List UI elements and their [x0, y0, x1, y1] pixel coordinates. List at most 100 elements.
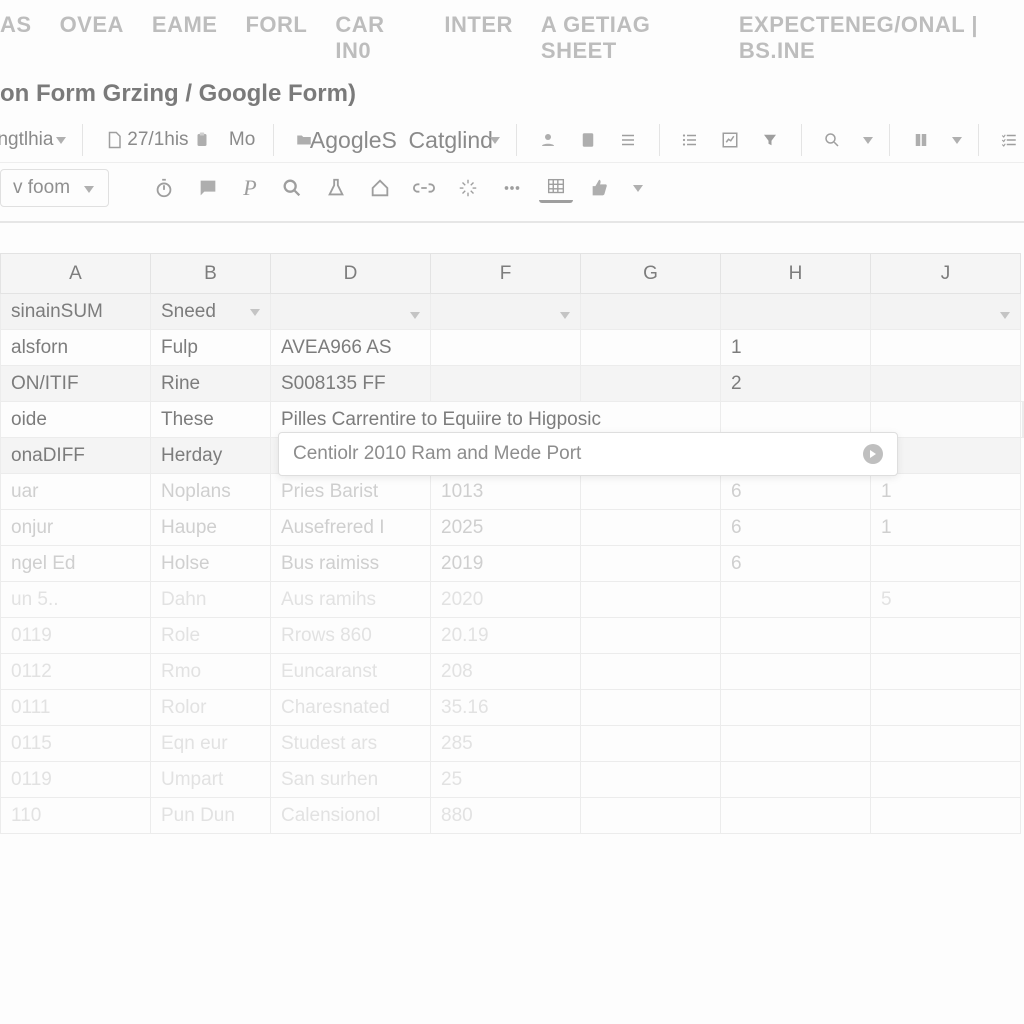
cell[interactable]: Umpart	[151, 762, 271, 798]
cell[interactable]: oide	[1, 402, 151, 438]
cell[interactable]	[431, 366, 581, 402]
cell[interactable]: 6	[721, 474, 871, 510]
cell[interactable]: Rmo	[151, 654, 271, 690]
cell[interactable]	[871, 618, 1021, 654]
cell[interactable]: Rine	[151, 366, 271, 402]
cell[interactable]: Euncaranst	[271, 654, 431, 690]
catglind-label[interactable]: Catglind	[427, 125, 474, 155]
cell[interactable]	[721, 690, 871, 726]
cell[interactable]	[721, 762, 871, 798]
cell[interactable]	[581, 510, 721, 546]
cell[interactable]: 285	[431, 726, 581, 762]
chevron-down-icon[interactable]	[946, 131, 962, 149]
list-icon[interactable]	[675, 125, 705, 155]
cell[interactable]	[721, 294, 871, 330]
cell[interactable]: Rolor	[151, 690, 271, 726]
filter-arrow-icon[interactable]	[250, 309, 260, 316]
cell[interactable]: uar	[1, 474, 151, 510]
cell[interactable]: Aus ramihs	[271, 582, 431, 618]
col-header-G[interactable]: G	[581, 254, 721, 294]
cell[interactable]	[721, 726, 871, 762]
cell[interactable]	[581, 294, 721, 330]
document-title[interactable]: on Form Grzing / Google Form)	[0, 74, 1024, 118]
stopwatch-icon[interactable]	[147, 173, 181, 203]
cell[interactable]	[721, 798, 871, 834]
chart-icon[interactable]	[715, 125, 745, 155]
person-icon[interactable]	[533, 125, 563, 155]
menu-inter[interactable]: INTER	[444, 12, 513, 64]
col-header-A[interactable]: A	[1, 254, 151, 294]
cell[interactable]: AVEA966 AS	[271, 330, 431, 366]
cell[interactable]	[721, 582, 871, 618]
cell[interactable]	[721, 618, 871, 654]
cell[interactable]: 6	[1022, 402, 1024, 438]
cell[interactable]: Fulp	[151, 330, 271, 366]
cell[interactable]	[581, 330, 721, 366]
cell[interactable]: 25	[431, 762, 581, 798]
menu-expect[interactable]: EXPECTENEG/ONAL | BS.INE	[739, 12, 1024, 64]
chevron-down-icon[interactable]	[857, 131, 873, 149]
anglia-label[interactable]: engtlhia	[0, 125, 40, 155]
cell[interactable]: alsforn	[1, 330, 151, 366]
cell[interactable]: 20.19	[431, 618, 581, 654]
cell[interactable]: un 5..	[1, 582, 151, 618]
cell[interactable]: Noplans	[151, 474, 271, 510]
cell[interactable]: Dahn	[151, 582, 271, 618]
col-header-D[interactable]: D	[271, 254, 431, 294]
cell[interactable]	[871, 654, 1021, 690]
col-header-J[interactable]: J	[871, 254, 1021, 294]
cell[interactable]: Bus raimiss	[271, 546, 431, 582]
clipboard-icon[interactable]	[187, 125, 217, 155]
menu-ovea[interactable]: OVEA	[60, 12, 124, 64]
cell[interactable]: 208	[431, 654, 581, 690]
cell[interactable]: 1	[871, 474, 1021, 510]
cell[interactable]	[871, 726, 1021, 762]
cell[interactable]	[581, 618, 721, 654]
cell[interactable]: Pries Barist	[271, 474, 431, 510]
dots-icon[interactable]	[495, 173, 529, 203]
cell[interactable]: 1	[871, 510, 1021, 546]
cell[interactable]	[581, 474, 721, 510]
cell[interactable]: These	[151, 402, 271, 438]
cell[interactable]: 6	[721, 510, 871, 546]
cell[interactable]	[431, 330, 581, 366]
cell[interactable]: 35.16	[431, 690, 581, 726]
filter-icon[interactable]	[755, 125, 785, 155]
cell[interactable]: 0115	[1, 726, 151, 762]
cell[interactable]: Herday	[151, 438, 271, 474]
thumbs-up-icon[interactable]	[583, 173, 617, 203]
cell[interactable]: 880	[431, 798, 581, 834]
cell[interactable]: Rrows 860	[271, 618, 431, 654]
agogles-label[interactable]: AgogleS	[329, 125, 377, 155]
cell[interactable]: 0111	[1, 690, 151, 726]
cell[interactable]	[871, 330, 1021, 366]
cell[interactable]: 2	[721, 366, 871, 402]
cell[interactable]	[581, 582, 721, 618]
cell[interactable]: Pun Dun	[151, 798, 271, 834]
menu-forl[interactable]: FORL	[245, 12, 307, 64]
cell[interactable]: S008135 FF	[271, 366, 431, 402]
cell[interactable]: 5	[871, 582, 1021, 618]
cell[interactable]: 0119	[1, 618, 151, 654]
book-icon[interactable]	[906, 125, 936, 155]
spark-icon[interactable]	[451, 173, 485, 203]
zoom-icon[interactable]	[275, 173, 309, 203]
grid-icon[interactable]	[539, 173, 573, 203]
italic-p-icon[interactable]: P	[235, 173, 265, 203]
cell[interactable]: Eqn eur	[151, 726, 271, 762]
col-header-H[interactable]: H	[721, 254, 871, 294]
cell[interactable]: onjur	[1, 510, 151, 546]
clipboard2-icon[interactable]	[573, 125, 603, 155]
cell[interactable]: 2019	[431, 546, 581, 582]
cell[interactable]: Ausefrered I	[271, 510, 431, 546]
go-arrow-icon[interactable]	[863, 444, 883, 464]
page-icon[interactable]	[99, 125, 129, 155]
cell[interactable]: 2020	[431, 582, 581, 618]
chevron-down-icon[interactable]	[484, 131, 500, 149]
cell[interactable]	[581, 798, 721, 834]
cell[interactable]	[721, 654, 871, 690]
cell[interactable]	[581, 546, 721, 582]
cell[interactable]	[871, 762, 1021, 798]
cell[interactable]	[581, 726, 721, 762]
flask-icon[interactable]	[319, 173, 353, 203]
